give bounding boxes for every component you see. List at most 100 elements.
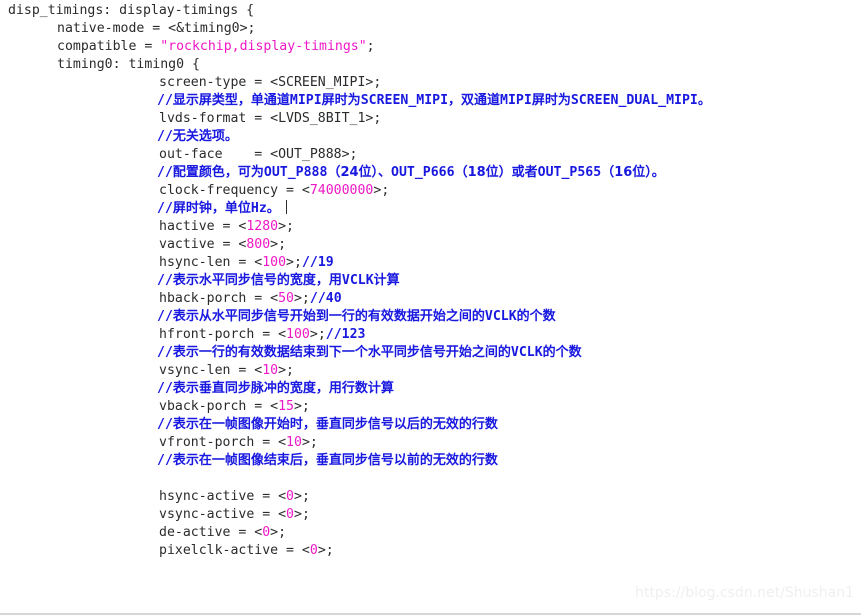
code-text: native-mode = <&timing0>; — [57, 21, 256, 36]
comment-cjk-text: 表示从水平同步信号开始到一行的有效数据开始之间的 — [172, 309, 485, 324]
comment-slashes: // — [157, 201, 173, 216]
code-text: vsync-active = < — [159, 507, 287, 522]
text-cursor — [285, 200, 287, 214]
code-text: vactive = < — [159, 237, 247, 252]
comment-ascii-text: MIPI — [500, 93, 532, 108]
comment-slashes: // — [157, 453, 173, 468]
comment-slashes: // — [157, 129, 173, 144]
code-text: >; — [278, 363, 294, 378]
comment-cjk-text: 的个数 — [542, 345, 582, 360]
comment-cjk-text: （16位）。 — [601, 165, 665, 180]
comment-cjk-text: ，双通道 — [448, 93, 501, 108]
number-literal: 100 — [262, 255, 287, 270]
code-line: hfront-porch = <100>;//123 — [0, 326, 861, 344]
number-literal: 0 — [262, 525, 271, 540]
comment-ascii-text: Hz — [250, 201, 267, 216]
code-line: vactive = <800>; — [0, 236, 861, 254]
code-text: >; — [317, 543, 334, 558]
number-literal: 0 — [309, 543, 318, 558]
code-text: out-face = <OUT_P888>; — [159, 147, 358, 162]
code-text: de-active = < — [159, 525, 263, 540]
number-literal: 15 — [278, 399, 294, 414]
comment-cjk-text: （24位）、 — [327, 165, 392, 180]
number-literal: 100 — [286, 327, 310, 342]
code-text: screen-type = <SCREEN_MIPI>; — [159, 75, 382, 90]
code-comment-line: //表示从水平同步信号开始到一行的有效数据开始之间的VCLK的个数 — [0, 308, 861, 326]
comment-cjk-text: 的个数 — [516, 309, 556, 324]
code-text: hsync-active = < — [159, 489, 287, 504]
code-line: hactive = <1280>; — [0, 218, 861, 236]
comment-cjk-text: 配置颜色，可为 — [172, 165, 264, 180]
comment-cjk-text: 表示在一帧图像开始时，垂直同步信号以后的无效的行数 — [172, 417, 498, 432]
trailing-comment: //40 — [309, 291, 342, 306]
code-line: vfront-porch = <10>; — [0, 434, 861, 452]
code-text: >; — [270, 237, 287, 252]
number-literal: 50 — [278, 291, 294, 306]
number-literal: 10 — [262, 363, 279, 378]
code-text: vsync-len = < — [159, 363, 263, 378]
code-text: >; — [286, 255, 302, 270]
comment-slashes: // — [157, 381, 173, 396]
comment-cjk-text: 表示垂直同步脉冲的宽度，用行数计算 — [172, 381, 394, 396]
comment-ascii-text: SCREEN_DUAL_MIPI — [570, 93, 698, 108]
code-comment-line: //配置颜色，可为OUT_P888（24位）、OUT_P666（18位）或者OU… — [0, 164, 861, 182]
comment-slashes: // — [157, 93, 173, 108]
code-text: ; — [366, 39, 375, 54]
code-comment-line: //表示垂直同步脉冲的宽度，用行数计算 — [0, 380, 861, 398]
code-line: disp_timings: display-timings { — [0, 2, 861, 20]
code-text: hfront-porch = < — [159, 327, 287, 342]
code-text: timing0: timing0 { — [57, 57, 200, 72]
trailing-comment: //123 — [325, 327, 366, 342]
code-viewport[interactable]: disp_timings: display-timings { native-mo… — [0, 0, 861, 615]
comment-cjk-text: 。 — [266, 201, 280, 216]
comment-cjk-text: 显示屏类型，单通道 — [172, 93, 290, 108]
code-text: clock-frequency = < — [159, 183, 310, 198]
comment-cjk-text: 无关选项。 — [172, 129, 238, 144]
code-comment-line: //显示屏类型，单通道MIPI屏时为SCREEN_MIPI，双通道MIPI屏时为… — [0, 92, 861, 110]
code-text: >; — [309, 327, 326, 342]
number-literal: 1280 — [246, 219, 279, 234]
code-text: disp_timings: display-timings { — [8, 3, 255, 18]
code-line: clock-frequency = <74000000>; — [0, 182, 861, 200]
comment-slashes: // — [157, 273, 173, 288]
comment-ascii-text: VCLK — [484, 309, 517, 324]
code-text: vfront-porch = < — [159, 435, 287, 450]
comment-cjk-text: 表示在一帧图像结束后，垂直同步信号以前的无效的行数 — [172, 453, 498, 468]
comment-slashes: // — [157, 345, 173, 360]
comment-ascii-text: OUT_P888 — [263, 165, 328, 180]
number-literal: 0 — [286, 507, 294, 522]
string-literal: "rockchip,display-timings" — [160, 39, 367, 54]
code-line: timing0: timing0 { — [0, 56, 861, 74]
number-literal: 10 — [286, 435, 302, 450]
code-comment-line: //表示在一帧图像开始时，垂直同步信号以后的无效的行数 — [0, 416, 861, 434]
code-text: >; — [293, 399, 310, 414]
code-text: pixelclk-active = < — [159, 543, 310, 558]
comment-ascii-text: OUT_P666 — [391, 165, 455, 180]
number-literal: 800 — [246, 237, 271, 252]
comment-slashes: // — [157, 165, 173, 180]
code-line: native-mode = <&timing0>; — [0, 20, 861, 38]
code-line: vback-porch = <15>; — [0, 398, 861, 416]
comment-cjk-text: 。 — [697, 93, 711, 108]
code-line: hsync-active = <0>; — [0, 488, 861, 506]
comment-cjk-text: 表示一行的有效数据结束到下一个水平同步信号开始之间的 — [172, 345, 511, 360]
code-text: vback-porch = < — [159, 399, 279, 414]
code-text: lvds-format = <LVDS_8BIT_1>; — [159, 111, 382, 126]
code-text: hback-porch = < — [159, 291, 279, 306]
code-comment-line: //表示水平同步信号的宽度，用VCLK计算 — [0, 272, 861, 290]
code-text: hsync-len = < — [159, 255, 263, 270]
code-text: >; — [294, 507, 310, 522]
comment-slashes: // — [157, 309, 173, 324]
comment-cjk-text: （18位）或者 — [454, 165, 538, 180]
comment-cjk-text: 表示水平同步信号的宽度，用 — [172, 273, 342, 288]
comment-ascii-text: MIPI — [289, 93, 322, 108]
comment-ascii-text: SCREEN_MIPI — [360, 93, 449, 108]
comment-cjk-text: 屏时为 — [321, 93, 361, 108]
code-line: hback-porch = <50>;//40 — [0, 290, 861, 308]
comment-cjk-text: 屏时钟，单位 — [172, 201, 251, 216]
code-comment-line: //表示在一帧图像结束后，垂直同步信号以前的无效的行数 — [0, 452, 861, 470]
code-line: vsync-len = <10>; — [0, 362, 861, 380]
number-literal: 74000000 — [309, 183, 374, 198]
code-text: >; — [373, 183, 390, 198]
watermark-text: https://blog.csdn.net/Shushan1 — [635, 585, 854, 601]
